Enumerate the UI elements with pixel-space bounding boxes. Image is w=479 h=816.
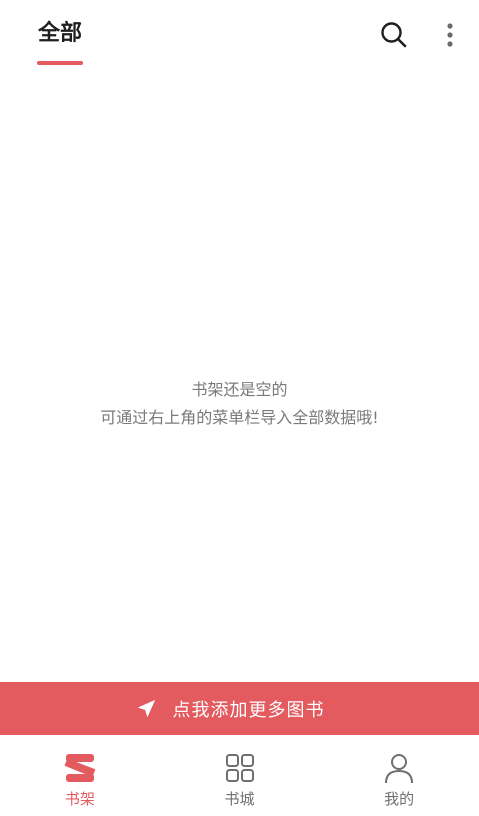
search-icon [381, 22, 407, 48]
empty-title: 书架还是空的 [191, 380, 288, 399]
nav-item-bookshelf[interactable]: 书架 [0, 735, 160, 816]
nav-item-profile[interactable]: 我的 [319, 735, 479, 816]
nav-label-bookshelf: 书架 [64, 790, 95, 808]
nav-label-bookstore: 书城 [224, 790, 255, 808]
more-menu-button[interactable] [437, 19, 463, 51]
tab-indicator [37, 61, 83, 65]
top-bar: 全部 [0, 0, 479, 70]
tab-all[interactable]: 全部 [38, 18, 82, 50]
grid-icon [225, 754, 254, 782]
empty-state: 书架还是空的 可通过右上角的菜单栏导入全部数据哦! [0, 376, 479, 432]
add-books-label: 点我添加更多图书 [172, 699, 325, 721]
app-screen: 全部 书架还是空的 可通过右上角的菜单栏导入全部数据哦! 点我添加更多图书 书架… [0, 0, 479, 816]
add-books-button[interactable]: 点我添加更多图书 [0, 682, 479, 735]
nav-label-profile: 我的 [384, 790, 415, 808]
bookshelf-icon [64, 754, 96, 782]
search-button[interactable] [378, 19, 410, 51]
bottom-navigation: 书架 书城 我的 [0, 735, 479, 816]
navigation-arrow-icon [137, 699, 155, 717]
empty-hint: 可通过右上角的菜单栏导入全部数据哦! [100, 408, 379, 427]
nav-item-bookstore[interactable]: 书城 [160, 735, 320, 816]
more-vertical-icon [447, 23, 453, 47]
user-icon [385, 754, 414, 784]
